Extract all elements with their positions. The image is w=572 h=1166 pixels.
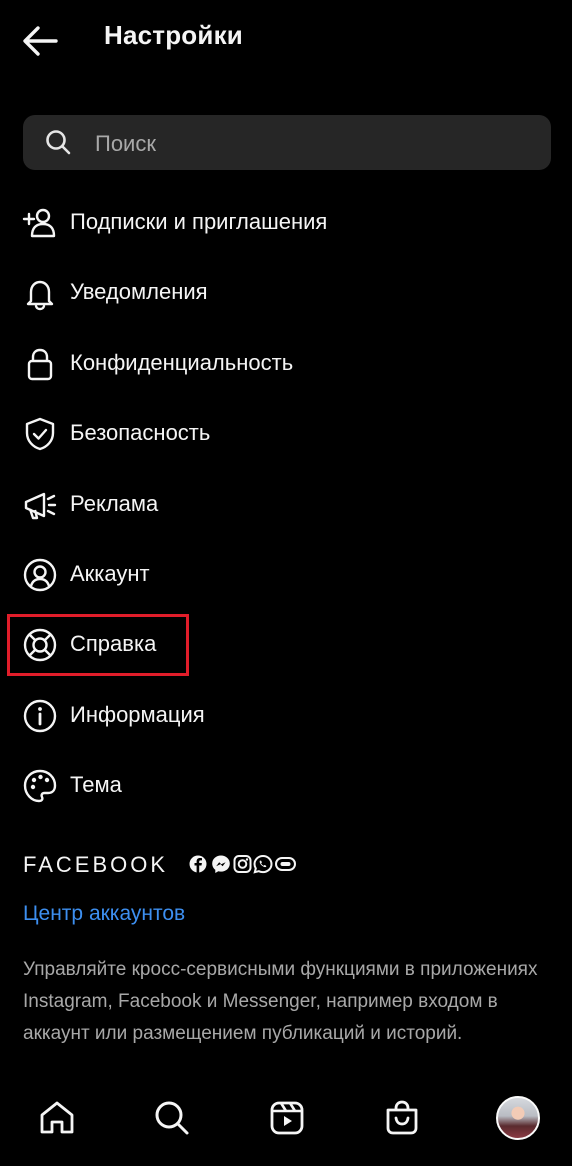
bell-icon [22,275,58,311]
accounts-center-link[interactable]: Центр аккаунтов [23,902,185,926]
whatsapp-icon [253,854,273,874]
megaphone-icon [22,487,58,523]
instagram-icon [233,855,252,873]
add-user-icon [22,205,58,241]
menu-item-label: Подписки и приглашения [70,209,328,234]
menu-item-label: Реклама [70,490,159,516]
search-input[interactable] [93,115,537,172]
info-icon [22,698,58,734]
menu-item-ads[interactable]: Реклама [0,470,572,540]
settings-menu: Подписки и приглашения Уведомления Конфи… [0,188,572,822]
reels-icon[interactable] [267,1098,307,1138]
menu-item-label: Тема [70,772,122,798]
menu-item-label: Безопасность [70,420,211,446]
home-icon[interactable] [37,1098,77,1138]
menu-item-notifications[interactable]: Уведомления [0,258,572,328]
back-arrow-icon[interactable] [20,22,60,60]
search-bar[interactable] [23,115,551,172]
shop-icon[interactable] [382,1098,422,1138]
menu-item-privacy[interactable]: Конфиденциальность [0,329,572,399]
menu-item-label: Информация [70,701,205,727]
menu-item-theme[interactable]: Тема [0,751,572,821]
messenger-icon [212,855,230,873]
menu-item-help[interactable]: Справка [0,610,572,680]
account-circle-icon [22,557,58,593]
lock-icon [22,346,58,382]
menu-item-account[interactable]: Аккаунт [0,540,572,610]
menu-item-follow-invite[interactable]: Подписки и приглашения [0,188,572,258]
accounts-center-description: Управляйте кросс-сервисными функциями в … [23,959,538,1044]
menu-item-label: Конфиденциальность [70,349,294,375]
menu-item-label: Уведомления [70,279,208,305]
app-icons-row [187,853,307,875]
menu-item-label: Справка [70,631,157,657]
search-icon[interactable] [152,1098,192,1138]
page-title: Настройки [104,20,243,50]
facebook-wordmark: FACEBOOK [23,852,169,877]
palette-icon [22,768,58,804]
lifebuoy-icon [22,627,58,663]
profile-avatar[interactable] [496,1096,540,1140]
top-bar: Настройки [0,0,572,82]
menu-item-label: Аккаунт [70,560,150,586]
shield-icon [22,416,58,452]
search-icon [45,129,71,155]
menu-item-security[interactable]: Безопасность [0,399,572,469]
bottom-nav [0,1085,572,1155]
facebook-icon [189,855,207,873]
menu-item-info[interactable]: Информация [0,681,572,751]
portal-icon [275,857,296,871]
